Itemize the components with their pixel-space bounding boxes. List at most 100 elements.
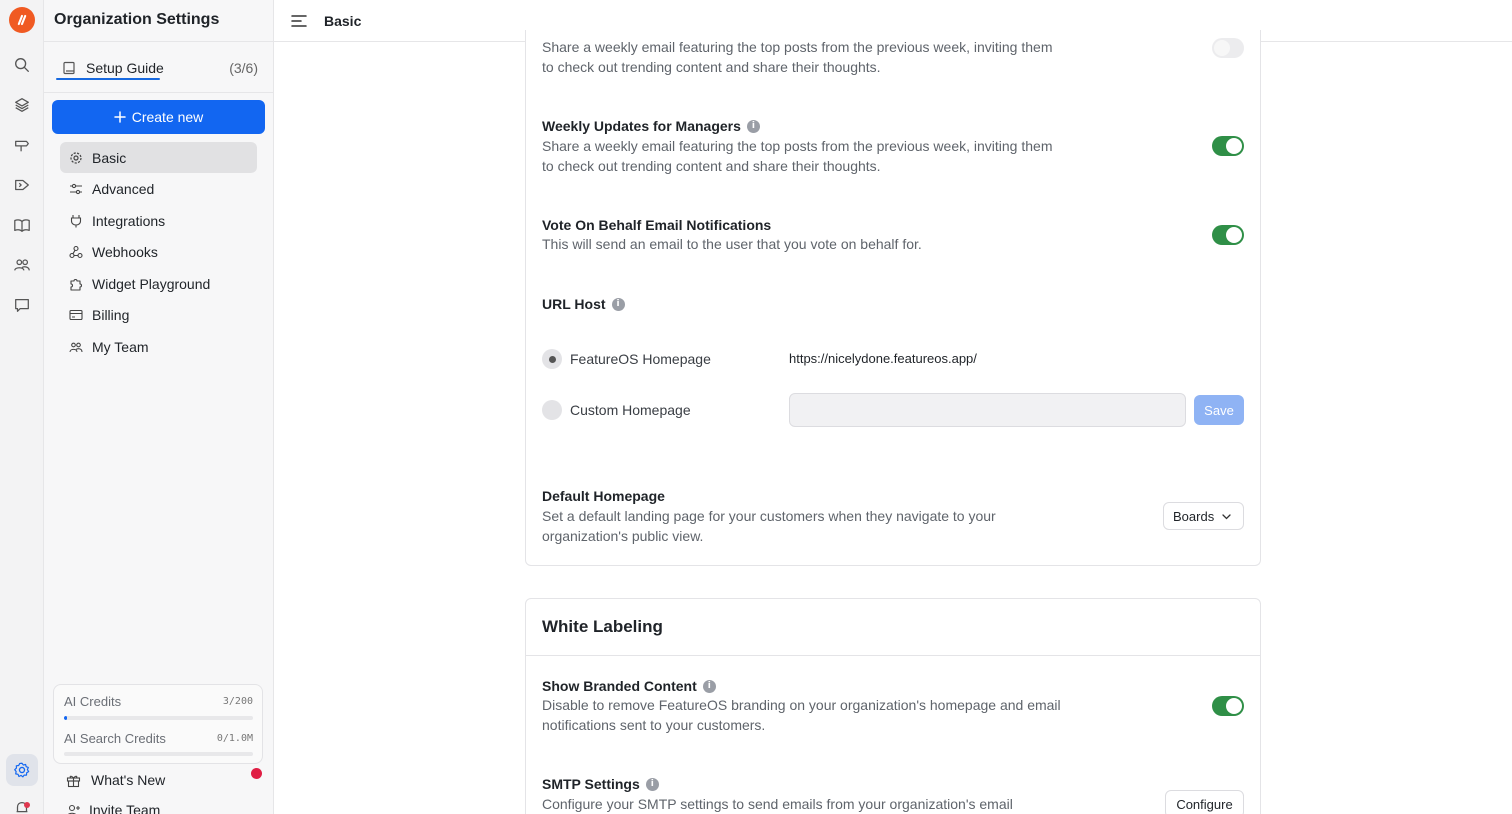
sidebar-item-label: Advanced <box>92 181 155 197</box>
gift-icon <box>66 775 81 787</box>
setup-guide-count: (3/6) <box>229 60 258 76</box>
vote-behalf-toggle[interactable] <box>1212 225 1244 245</box>
sidebar-item-label: Integrations <box>92 212 166 229</box>
url-host-title: URL Host i <box>542 296 625 312</box>
smtp-title: SMTP Settings i <box>542 776 659 792</box>
custom-homepage-label: Custom Homepage <box>570 402 691 418</box>
settings-card <box>525 30 1261 566</box>
settings-icon[interactable] <box>6 754 38 786</box>
settings-nav: Basic Advanced Integrations Webhooks Wid… <box>60 142 257 363</box>
setup-guide-label: Setup Guide <box>86 60 164 76</box>
ai-credits-row: AI Credits 3/200 <box>64 694 253 709</box>
plug-icon <box>70 214 82 227</box>
sidebar-item-widget-playground[interactable]: Widget Playground <box>60 268 257 299</box>
sidebar-item-label: Billing <box>92 307 130 323</box>
create-new-button[interactable]: Create new <box>52 100 265 134</box>
create-new-label: Create new <box>131 109 204 125</box>
sidebar-item-integrations[interactable]: Integrations <box>60 205 257 236</box>
branded-content-label: Show Branded Content <box>542 678 697 694</box>
info-icon[interactable]: i <box>702 679 716 693</box>
book-icon <box>63 61 75 75</box>
default-homepage-title: Default Homepage <box>542 488 665 504</box>
billing-icon <box>69 309 83 321</box>
featureos-homepage-label: FeatureOS Homepage <box>570 351 711 367</box>
add-user-icon <box>67 804 80 814</box>
weekly-managers-label: Weekly Updates for Managers <box>542 118 741 134</box>
sidebar-item-webhooks[interactable]: Webhooks <box>60 237 257 268</box>
setup-guide-progress <box>56 78 160 80</box>
sliders-icon <box>70 183 82 195</box>
sidebar-item-label: Basic <box>92 149 127 166</box>
sidebar-title: Organization Settings <box>54 11 220 28</box>
branded-content-toggle[interactable] <box>1212 696 1244 716</box>
announcement-icon[interactable] <box>12 175 32 195</box>
custom-homepage-input[interactable] <box>789 393 1186 427</box>
ai-credits-fill <box>64 716 67 720</box>
invite-team-link[interactable]: Invite Team <box>66 802 160 814</box>
weekly-managers-description: Share a weekly email featuring the top p… <box>542 138 1053 174</box>
menu-toggle-icon[interactable] <box>291 13 307 29</box>
featureos-homepage-url: https://nicelydone.featureos.app/ <box>789 351 977 366</box>
sidebar-item-label: Webhooks <box>92 244 158 260</box>
whats-new-label: What's New <box>91 772 166 788</box>
divider <box>44 41 273 42</box>
sidebar-item-billing[interactable]: Billing <box>60 300 257 331</box>
default-homepage-value: Boards <box>1173 508 1215 524</box>
info-icon[interactable]: i <box>746 119 760 133</box>
ai-search-credits-bar <box>64 752 253 756</box>
divider <box>44 92 273 93</box>
invite-team-label: Invite Team <box>89 802 161 814</box>
default-homepage-description: Set a default landing page for your cust… <box>542 508 996 544</box>
info-icon[interactable]: i <box>611 297 625 311</box>
featureos-homepage-radio[interactable] <box>542 349 562 369</box>
smtp-description: Configure your SMTP settings to send ema… <box>542 796 1013 812</box>
breadcrumb: Basic <box>324 13 362 29</box>
info-icon[interactable]: i <box>645 777 659 791</box>
whats-new-link[interactable]: What's New <box>66 772 165 788</box>
puzzle-icon <box>70 278 83 291</box>
ai-credits-bar <box>64 716 253 720</box>
default-homepage-select[interactable]: Boards <box>1163 502 1244 530</box>
featureos-logo[interactable] <box>9 7 35 33</box>
sidebar-item-advanced[interactable]: Advanced <box>60 174 257 205</box>
url-host-label: URL Host <box>542 296 606 312</box>
sidebar-item-label: Widget Playground <box>92 275 211 292</box>
ai-search-credits-value: 0/1.0M <box>216 733 253 744</box>
signpost-icon[interactable] <box>12 135 32 155</box>
default-homepage-label: Default Homepage <box>542 488 665 504</box>
whats-new-badge <box>251 768 262 779</box>
settings-sidebar: Organization Settings Setup Guide (3/6) … <box>44 0 274 814</box>
weekly-managers-toggle[interactable] <box>1212 136 1244 156</box>
search-icon[interactable] <box>12 55 32 75</box>
vote-behalf-label: Vote On Behalf Email Notifications <box>542 217 772 233</box>
divider <box>526 655 1260 656</box>
layers-icon[interactable] <box>12 95 32 115</box>
sidebar-item-label: My Team <box>92 338 149 355</box>
ai-credits-value: 3/200 <box>222 696 253 707</box>
plus-icon <box>113 111 126 123</box>
custom-homepage-radio[interactable] <box>542 400 562 420</box>
icon-rail <box>0 0 44 814</box>
chat-icon[interactable] <box>12 295 32 315</box>
notification-dot <box>24 802 30 808</box>
smtp-label: SMTP Settings <box>542 776 640 792</box>
sidebar-item-basic[interactable]: Basic <box>60 142 257 173</box>
team-icon <box>69 342 83 352</box>
webhook-icon <box>69 245 83 259</box>
weekly-top-posts-description: Share a weekly email featuring the top p… <box>542 39 1053 75</box>
ai-credits-label: AI Credits <box>64 694 122 709</box>
vote-behalf-title: Vote On Behalf Email Notifications <box>542 217 771 233</box>
save-button[interactable]: Save <box>1194 395 1244 425</box>
weekly-managers-title: Weekly Updates for Managers i <box>542 118 760 134</box>
branded-content-title: Show Branded Content i <box>542 678 716 694</box>
book-icon[interactable] <box>12 215 32 235</box>
configure-smtp-button[interactable]: Configure <box>1165 790 1244 814</box>
logo-mark-icon <box>17 14 27 26</box>
gear-icon <box>70 151 82 164</box>
branded-content-description: Disable to remove FeatureOS branding on … <box>542 697 1061 733</box>
sidebar-item-my-team[interactable]: My Team <box>60 331 257 362</box>
white-labeling-title: White Labeling <box>542 617 663 636</box>
users-icon[interactable] <box>12 255 32 275</box>
weekly-top-posts-toggle[interactable] <box>1212 38 1244 58</box>
chevron-down-icon <box>1222 513 1231 519</box>
